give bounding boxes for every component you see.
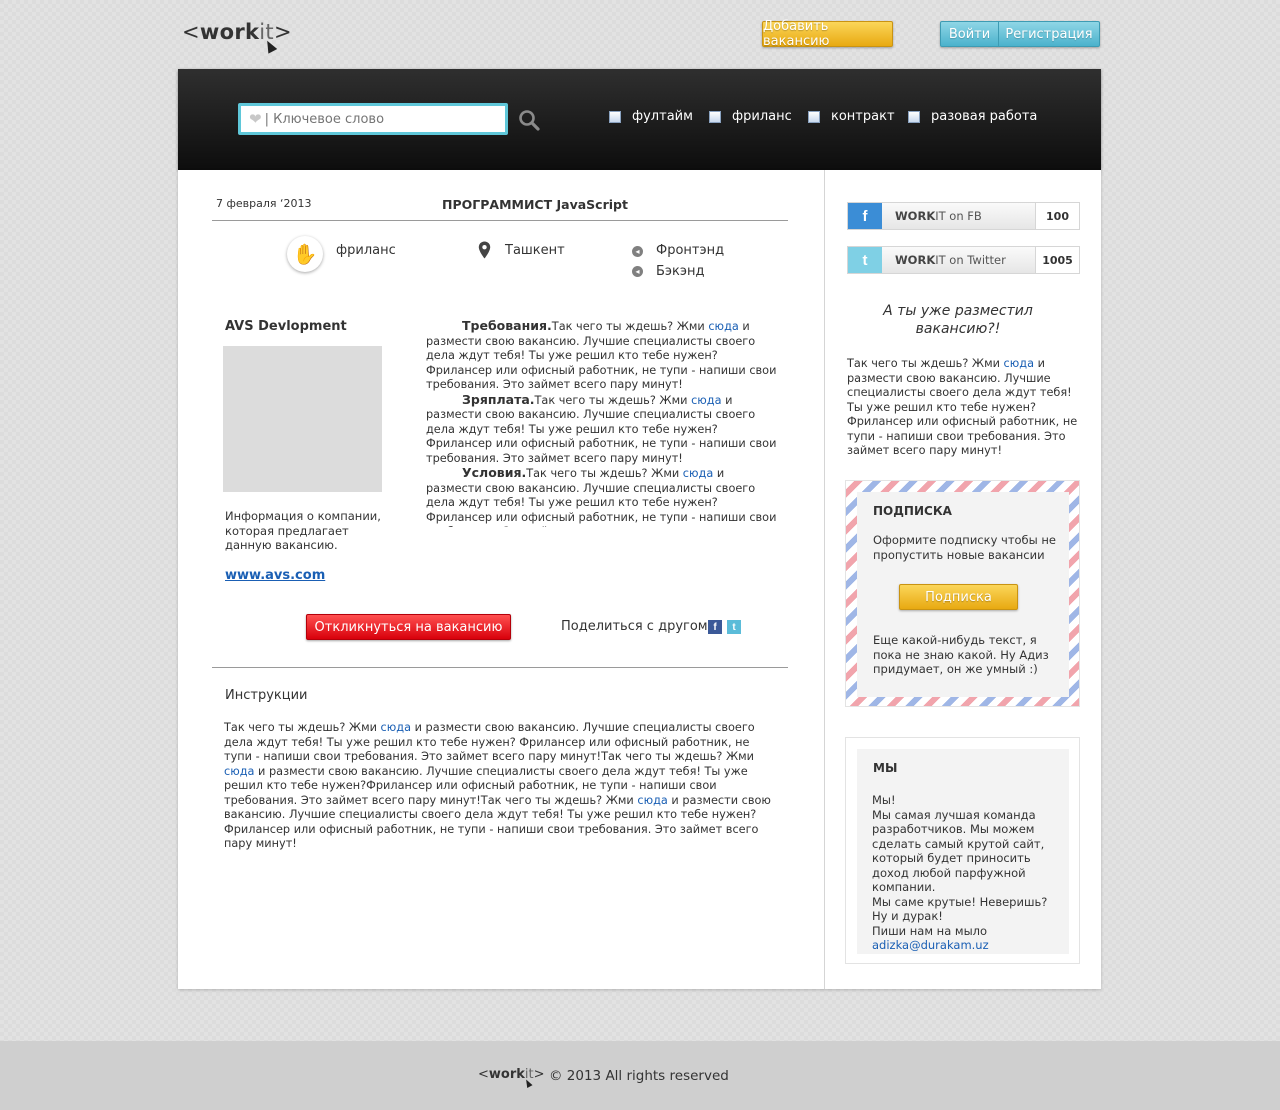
search-bar: ❤ фултайм фриланс контракт разовая работ… bbox=[178, 69, 1101, 170]
logo-brand: work bbox=[488, 1067, 525, 1082]
instructions-text: Так чего ты ждешь? Жми сюда и размести с… bbox=[224, 721, 772, 852]
section-text: Так чего ты ждешь? Жми bbox=[526, 467, 683, 480]
subscription-text: Оформите подписку чтобы не пропустить но… bbox=[873, 533, 1056, 562]
checkbox[interactable] bbox=[709, 110, 721, 123]
twitter-count: 1005 bbox=[1035, 247, 1079, 273]
facebook-widget[interactable]: f WORKIT on FB 100 bbox=[847, 202, 1080, 230]
twitter-widget-label: WORKIT on Twitter bbox=[895, 253, 1006, 267]
heart-icon: ❤ bbox=[249, 110, 262, 128]
instructions-title: Инструкции bbox=[225, 688, 308, 703]
twitter-share-icon[interactable]: t bbox=[727, 620, 741, 634]
about-text: Мы! Мы самая лучшая команда разработчико… bbox=[872, 793, 1062, 953]
copyright: © 2013 All rights reserved bbox=[549, 1068, 729, 1084]
section-text: Так чего ты ждешь? Жми bbox=[534, 393, 692, 407]
twitter-widget[interactable]: t WORKIT on Twitter 1005 bbox=[847, 246, 1080, 274]
employment-type: фриланс bbox=[336, 243, 396, 258]
subscribe-button[interactable]: Подписка bbox=[899, 584, 1018, 610]
here-link[interactable]: сюда bbox=[708, 320, 738, 333]
here-link[interactable]: сюда bbox=[683, 467, 713, 480]
here-link[interactable]: сюда bbox=[224, 765, 254, 778]
about-line: Мы саме крутые! Неверишь? bbox=[872, 894, 1048, 909]
about-title: МЫ bbox=[873, 761, 898, 775]
filter-label: разовая работа bbox=[931, 109, 1038, 124]
logo-bracket: > bbox=[273, 20, 292, 44]
logo-bracket: < bbox=[182, 20, 200, 44]
checkbox[interactable] bbox=[808, 110, 820, 123]
post-date: 7 февраля ‘2013 bbox=[216, 197, 312, 210]
arrow-icon: ◂ bbox=[632, 266, 643, 277]
column-divider bbox=[824, 170, 825, 989]
about-line: Мы! bbox=[872, 793, 896, 807]
job-title: ПРОГРАММИСТ JavaScript bbox=[442, 197, 628, 212]
logo-brand: work bbox=[199, 20, 260, 44]
share-label: Поделиться с другом: bbox=[561, 619, 712, 634]
section-heading: Требования. bbox=[462, 319, 552, 333]
promo-text: Так чего ты ждешь? Жми сюда и размести с… bbox=[847, 357, 1083, 459]
about-line: Ну и дурак! bbox=[872, 909, 943, 923]
twitter-icon: t bbox=[848, 247, 882, 273]
category-item[interactable]: Бэкэнд bbox=[656, 264, 705, 279]
search-field[interactable]: ❤ bbox=[238, 103, 508, 135]
facebook-icon: f bbox=[848, 203, 882, 229]
company-info: Информация о компании, которая предлагае… bbox=[225, 509, 381, 552]
divider bbox=[212, 667, 788, 668]
filter-label: фултайм bbox=[632, 109, 693, 124]
checkbox[interactable] bbox=[908, 110, 920, 123]
checkbox[interactable] bbox=[609, 110, 621, 123]
site-logo[interactable]: <workit> bbox=[182, 20, 292, 54]
location-pin-icon bbox=[478, 241, 491, 259]
subscription-title: ПОДПИСКА bbox=[873, 504, 952, 518]
filter-label: фриланс bbox=[732, 109, 792, 124]
vacancy-details: Требования.Так чего ты ждешь? Жми сюда и… bbox=[426, 319, 782, 527]
section-text: Так чего ты ждешь? Жми bbox=[551, 320, 709, 333]
filter-one-time[interactable]: разовая работа bbox=[908, 109, 1037, 124]
filter-label: контракт bbox=[831, 109, 895, 124]
about-line: Пиши нам на мыло bbox=[872, 923, 988, 938]
filter-contract[interactable]: контракт bbox=[808, 109, 895, 124]
search-input[interactable] bbox=[264, 111, 485, 127]
company-name: AVS Devlopment bbox=[225, 319, 347, 334]
auth-buttons: Войти Регистрация bbox=[940, 21, 1100, 47]
facebook-share-icon[interactable]: f bbox=[708, 620, 722, 634]
here-link[interactable]: сюда bbox=[637, 794, 667, 807]
job-location: Ташкент bbox=[505, 243, 565, 258]
section-heading: Условия. bbox=[462, 465, 527, 480]
footer-logo[interactable]: <workit> bbox=[478, 1067, 545, 1088]
facebook-count: 100 bbox=[1035, 203, 1079, 229]
here-link[interactable]: сюда bbox=[381, 721, 411, 734]
arrow-icon: ◂ bbox=[632, 246, 643, 257]
salary-section: Зряплата.Так чего ты ждешь? Жми сюда и р… bbox=[426, 391, 782, 467]
section-heading: Зряплата. bbox=[462, 391, 535, 407]
about-line: Мы самая лучшая команда разработчиков. М… bbox=[872, 807, 1045, 895]
conditions-section: Условия.Так чего ты ждешь? Жми сюда и ра… bbox=[426, 465, 782, 527]
instructions-segment: Так чего ты ждешь? Жми bbox=[224, 721, 381, 734]
here-link[interactable]: сюда bbox=[691, 394, 721, 407]
logo-bracket: < bbox=[478, 1067, 489, 1082]
promo-segment: и размести свою вакансию. Лучшие специал… bbox=[847, 357, 1078, 457]
here-link[interactable]: сюда bbox=[1004, 357, 1034, 370]
company-logo bbox=[223, 346, 382, 492]
facebook-widget-label: WORKIT on FB bbox=[895, 209, 982, 223]
subscription-extra-text: Еще какой-нибудь текст, я пока не знаю к… bbox=[873, 633, 1049, 676]
filter-fulltime[interactable]: фултайм bbox=[609, 109, 693, 124]
requirements-section: Требования.Так чего ты ждешь? Жми сюда и… bbox=[426, 319, 782, 393]
logo-bracket: > bbox=[533, 1067, 545, 1082]
category-item[interactable]: Фронтэнд bbox=[656, 243, 724, 258]
register-button[interactable]: Регистрация bbox=[999, 22, 1099, 46]
hand-icon: ✋ bbox=[287, 236, 323, 272]
login-button[interactable]: Войти bbox=[941, 22, 999, 46]
promo-title: А ты уже разместил вакансию?! bbox=[883, 303, 1033, 337]
search-icon[interactable] bbox=[518, 109, 540, 131]
promo-segment: Так чего ты ждешь? Жми bbox=[847, 357, 1004, 370]
add-vacancy-button[interactable]: Добавить вакансию bbox=[762, 19, 893, 49]
email-link[interactable]: adizka@durakam.uz bbox=[872, 938, 989, 952]
apply-button[interactable]: Откликнуться на вакансию bbox=[306, 614, 511, 640]
company-website-link[interactable]: www.avs.com bbox=[225, 568, 325, 583]
filter-freelance[interactable]: фриланс bbox=[709, 109, 792, 124]
divider bbox=[212, 220, 788, 221]
